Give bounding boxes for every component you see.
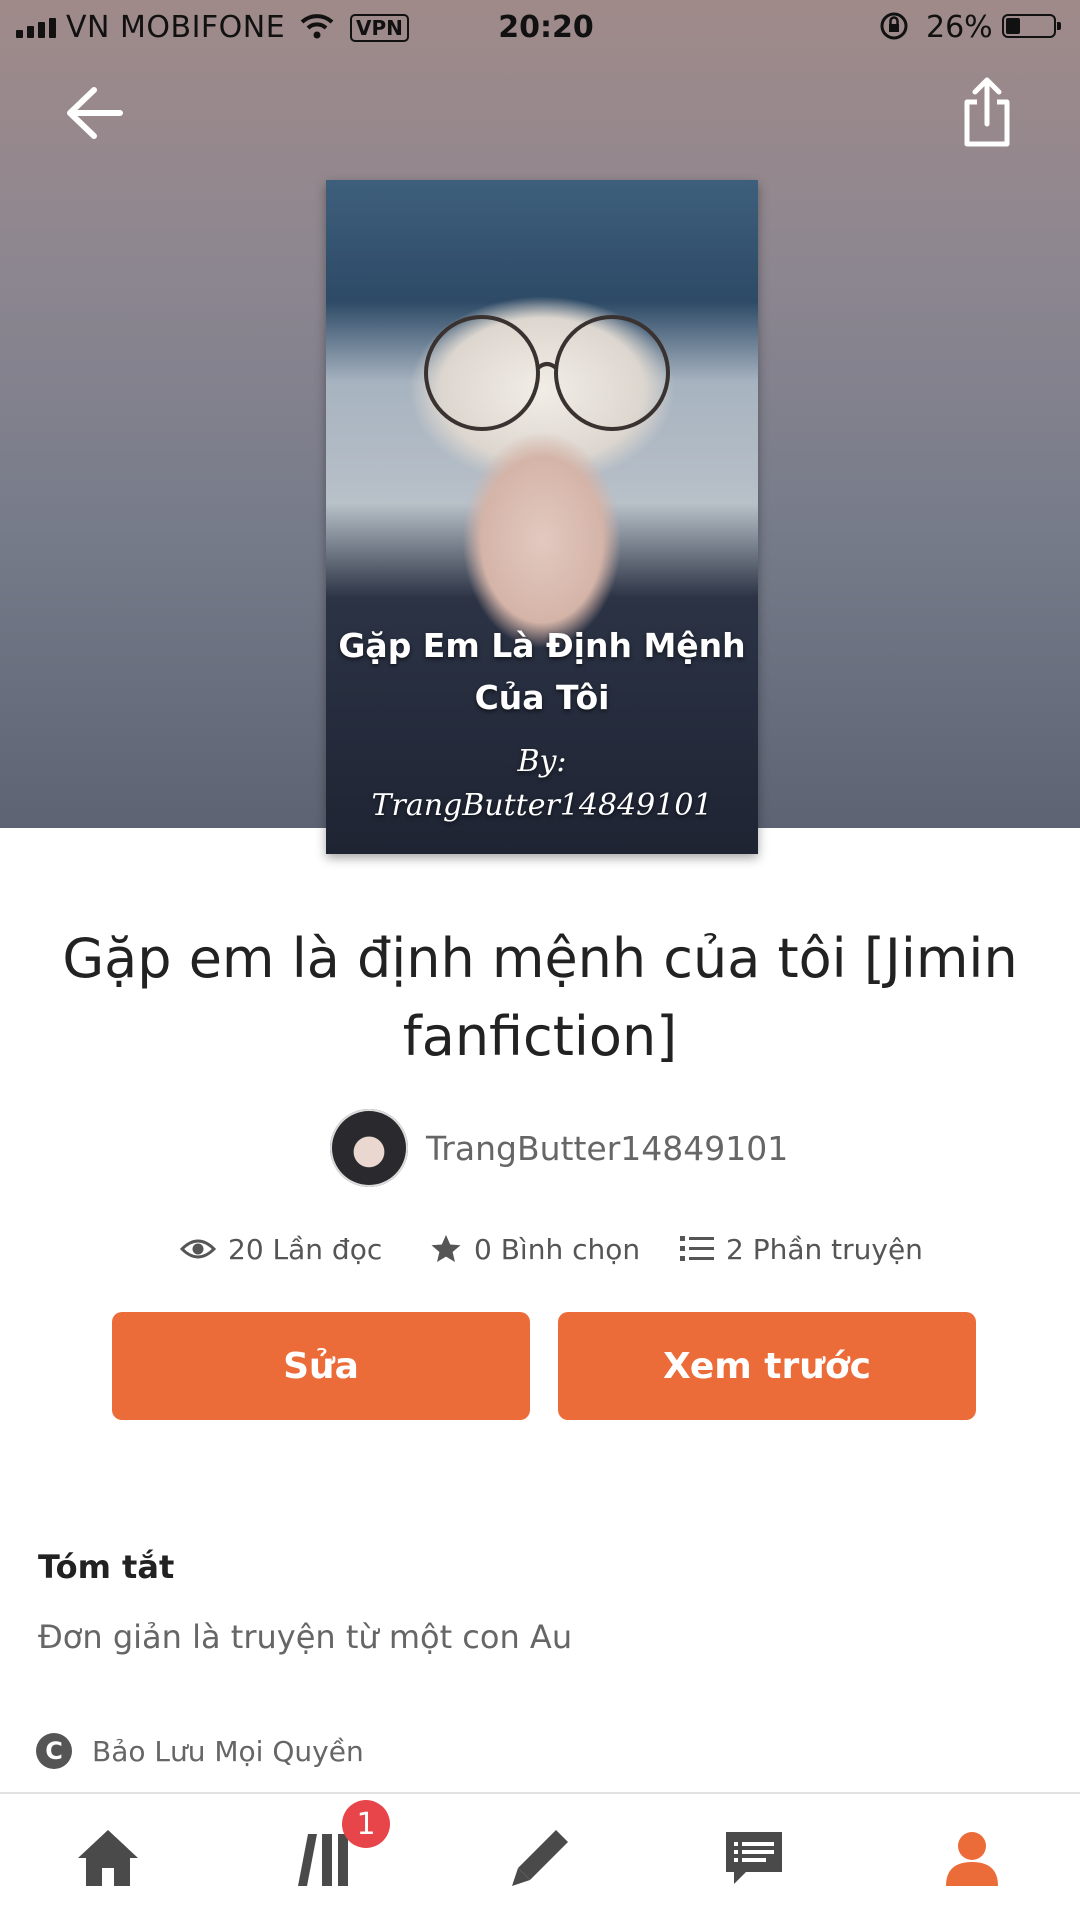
nav-write[interactable] bbox=[470, 1794, 610, 1922]
copyright-notice: C Bảo Lưu Mọi Quyền bbox=[36, 1733, 364, 1769]
battery-percent: 26% bbox=[926, 10, 993, 45]
list-icon bbox=[680, 1236, 714, 1261]
nav-profile[interactable] bbox=[902, 1794, 1042, 1922]
orientation-lock-icon bbox=[878, 10, 910, 49]
share-icon bbox=[964, 77, 1010, 147]
summary-heading: Tóm tắt bbox=[38, 1548, 175, 1586]
author-link[interactable]: TrangButter14849101 bbox=[330, 1108, 788, 1188]
parts-stat: 2 Phần truyện bbox=[680, 1226, 923, 1272]
edit-button[interactable]: Sửa bbox=[112, 1312, 530, 1420]
preview-button[interactable]: Xem trước bbox=[558, 1312, 976, 1420]
status-bar: VN MOBIFONE VPN 20:20 26% bbox=[0, 0, 1080, 56]
votes-stat: 0 Bình chọn bbox=[430, 1226, 640, 1272]
arrow-left-icon bbox=[67, 87, 123, 139]
clock: 20:20 bbox=[498, 10, 594, 45]
home-icon bbox=[78, 1830, 138, 1886]
reads-count: 20 Lần đọc bbox=[228, 1232, 383, 1266]
story-stats: 20 Lần đọc 0 Bình chọn 2 Phần truyện bbox=[180, 1226, 940, 1272]
copyright-text: Bảo Lưu Mọi Quyền bbox=[92, 1734, 364, 1768]
eye-icon bbox=[180, 1239, 216, 1259]
back-button[interactable] bbox=[60, 78, 130, 148]
votes-count: 0 Bình chọn bbox=[474, 1232, 641, 1266]
avatar[interactable] bbox=[330, 1109, 408, 1187]
pencil-icon bbox=[512, 1830, 568, 1886]
reads-stat: 20 Lần đọc bbox=[180, 1226, 382, 1272]
cover-title: Gặp Em Là Định Mệnh Của Tôi bbox=[326, 620, 758, 724]
nav-messages[interactable] bbox=[684, 1794, 824, 1922]
cover-portrait-glasses bbox=[424, 315, 670, 431]
cover-title-line1: Gặp Em Là Định Mệnh bbox=[338, 626, 746, 665]
share-button[interactable] bbox=[955, 74, 1019, 150]
messages-icon bbox=[726, 1832, 782, 1884]
cover-title-line2: Của Tôi bbox=[474, 678, 610, 717]
story-cover-image: Gặp Em Là Định Mệnh Của Tôi By: TrangBut… bbox=[326, 180, 758, 854]
story-title: Gặp em là định mệnh của tôi [Jimin fanfi… bbox=[62, 927, 1018, 1068]
cover-by-label: By: bbox=[517, 744, 567, 779]
cover-byline: By: TrangButter14849101 bbox=[326, 740, 758, 828]
copyright-icon: C bbox=[36, 1733, 72, 1769]
nav-home[interactable] bbox=[38, 1794, 178, 1922]
profile-icon bbox=[946, 1832, 998, 1886]
cover-by-author: TrangButter14849101 bbox=[371, 788, 713, 823]
bottom-nav bbox=[0, 1792, 1080, 1922]
library-badge: 1 bbox=[342, 1800, 390, 1848]
summary-text: Đơn giản là truyện từ một con Au bbox=[38, 1618, 573, 1656]
parts-count: 2 Phần truyện bbox=[726, 1232, 923, 1266]
star-icon bbox=[431, 1235, 461, 1262]
battery-icon bbox=[1002, 14, 1061, 38]
author-name[interactable]: TrangButter14849101 bbox=[426, 1129, 788, 1168]
